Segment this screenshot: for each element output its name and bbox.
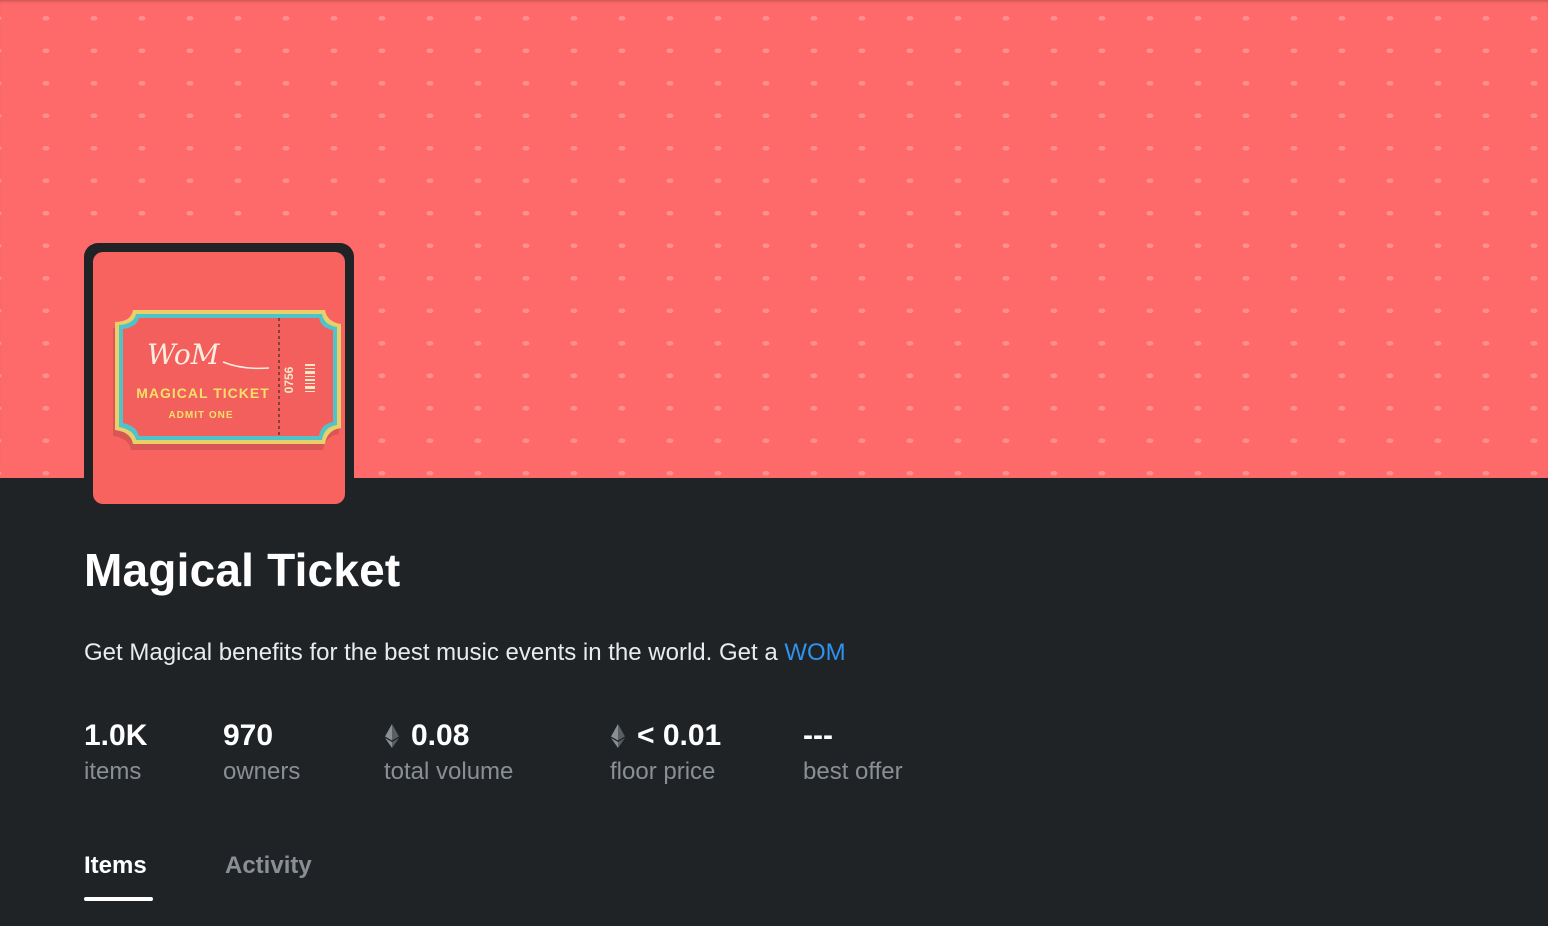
stat-items-label: items — [84, 758, 142, 785]
ethereum-icon — [384, 723, 400, 749]
collection-description: Get Magical benefits for the best music … — [84, 636, 846, 670]
stat-items-value: 1.0K — [84, 719, 148, 752]
wom-link[interactable]: WOM — [784, 639, 845, 666]
stat-floor-price-value: < 0.01 — [637, 719, 722, 752]
stat-floor-price-label: floor price — [610, 758, 716, 785]
stat-owners-value: 970 — [223, 719, 274, 752]
svg-text:WoM: WoM — [147, 338, 221, 371]
collection-avatar-image: 0756 WoM MAGICAL TICKET ADMIT ONE — [93, 252, 345, 504]
stat-best-offer-label: best offer — [803, 758, 903, 785]
collection-title: Magical Ticket — [84, 544, 401, 596]
svg-text:ADMIT ONE: ADMIT ONE — [168, 410, 233, 421]
stat-total-volume-label: total volume — [384, 758, 514, 785]
stat-items[interactable]: 1.0K items — [84, 716, 147, 788]
stat-best-offer[interactable]: --- best offer — [803, 716, 903, 788]
tab-activity[interactable]: Activity — [225, 846, 312, 886]
collection-avatar: 0756 WoM MAGICAL TICKET ADMIT ONE — [84, 243, 354, 513]
stat-owners-label: owners — [223, 758, 301, 785]
ethereum-icon — [610, 723, 626, 749]
stat-total-volume[interactable]: 0.08 total volume — [384, 716, 513, 788]
stat-owners[interactable]: 970 owners — [223, 716, 300, 788]
tab-items[interactable]: Items — [84, 846, 147, 886]
svg-text:0756: 0756 — [282, 366, 296, 393]
stat-total-volume-value: 0.08 — [411, 719, 470, 752]
stat-best-offer-value: --- — [803, 719, 833, 752]
svg-text:MAGICAL TICKET: MAGICAL TICKET — [136, 385, 270, 401]
collection-description-text: Get Magical benefits for the best music … — [84, 639, 785, 666]
stat-floor-price[interactable]: < 0.01 floor price — [610, 716, 721, 788]
active-tab-indicator — [84, 897, 153, 901]
